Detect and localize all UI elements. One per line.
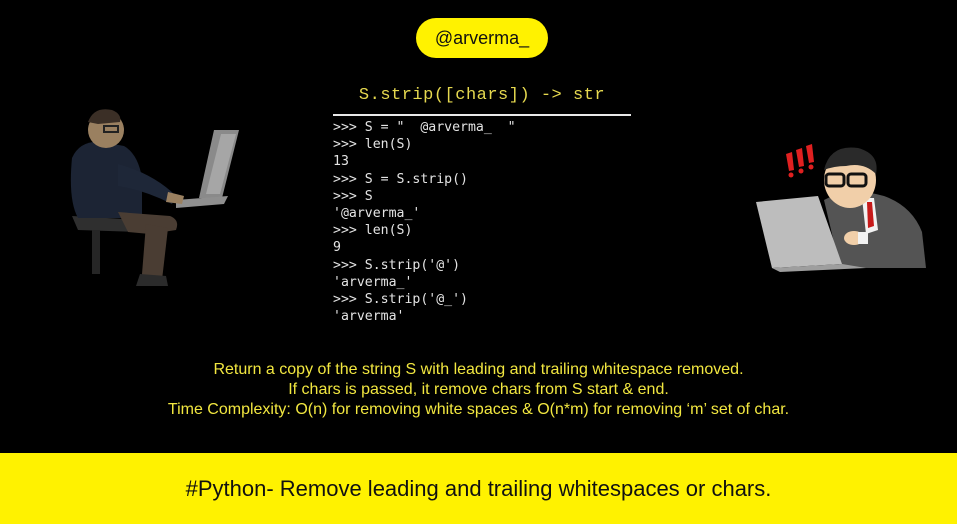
code-line: >>> S — [333, 188, 373, 204]
description-line: Return a copy of the string S with leadi… — [213, 361, 744, 378]
handle-badge: @arverma_ — [416, 18, 548, 58]
frustrated-developer-illustration — [756, 144, 926, 272]
footer-title: #Python- Remove leading and trailing whi… — [185, 475, 772, 501]
signature-divider — [333, 114, 631, 116]
code-line: 'arverma_' — [333, 274, 413, 290]
code-line: >>> len(S) — [333, 223, 413, 239]
code-line: >>> len(S) — [333, 137, 413, 153]
code-line: >>> S.strip('@_') — [333, 292, 468, 308]
code-example: >>> S = " @arverma_ " >>> len(S) 13 >>> S =… — [333, 119, 516, 325]
description-line: If chars is passed, it remove chars from… — [288, 381, 669, 398]
description: Return a copy of the string S with leadi… — [0, 360, 957, 420]
footer-banner: #Python- Remove leading and trailing whi… — [0, 453, 957, 524]
code-line: 13 — [333, 154, 349, 170]
code-line: 'arverma' — [333, 309, 405, 325]
description-line: Time Complexity: O(n) for removing white… — [167, 401, 790, 418]
code-line: '@arverma_' — [333, 206, 421, 222]
code-line: >>> S = S.strip() — [333, 171, 468, 187]
function-signature: S.strip([chars]) -> str — [358, 86, 606, 105]
code-line: >>> S.strip('@') — [333, 257, 461, 273]
code-line: >>> S = " @arverma_ " — [333, 120, 516, 135]
handle-text: @arverma_ — [434, 27, 530, 48]
developer-laptop-illustration — [70, 109, 239, 286]
code-line: 9 — [333, 240, 341, 256]
